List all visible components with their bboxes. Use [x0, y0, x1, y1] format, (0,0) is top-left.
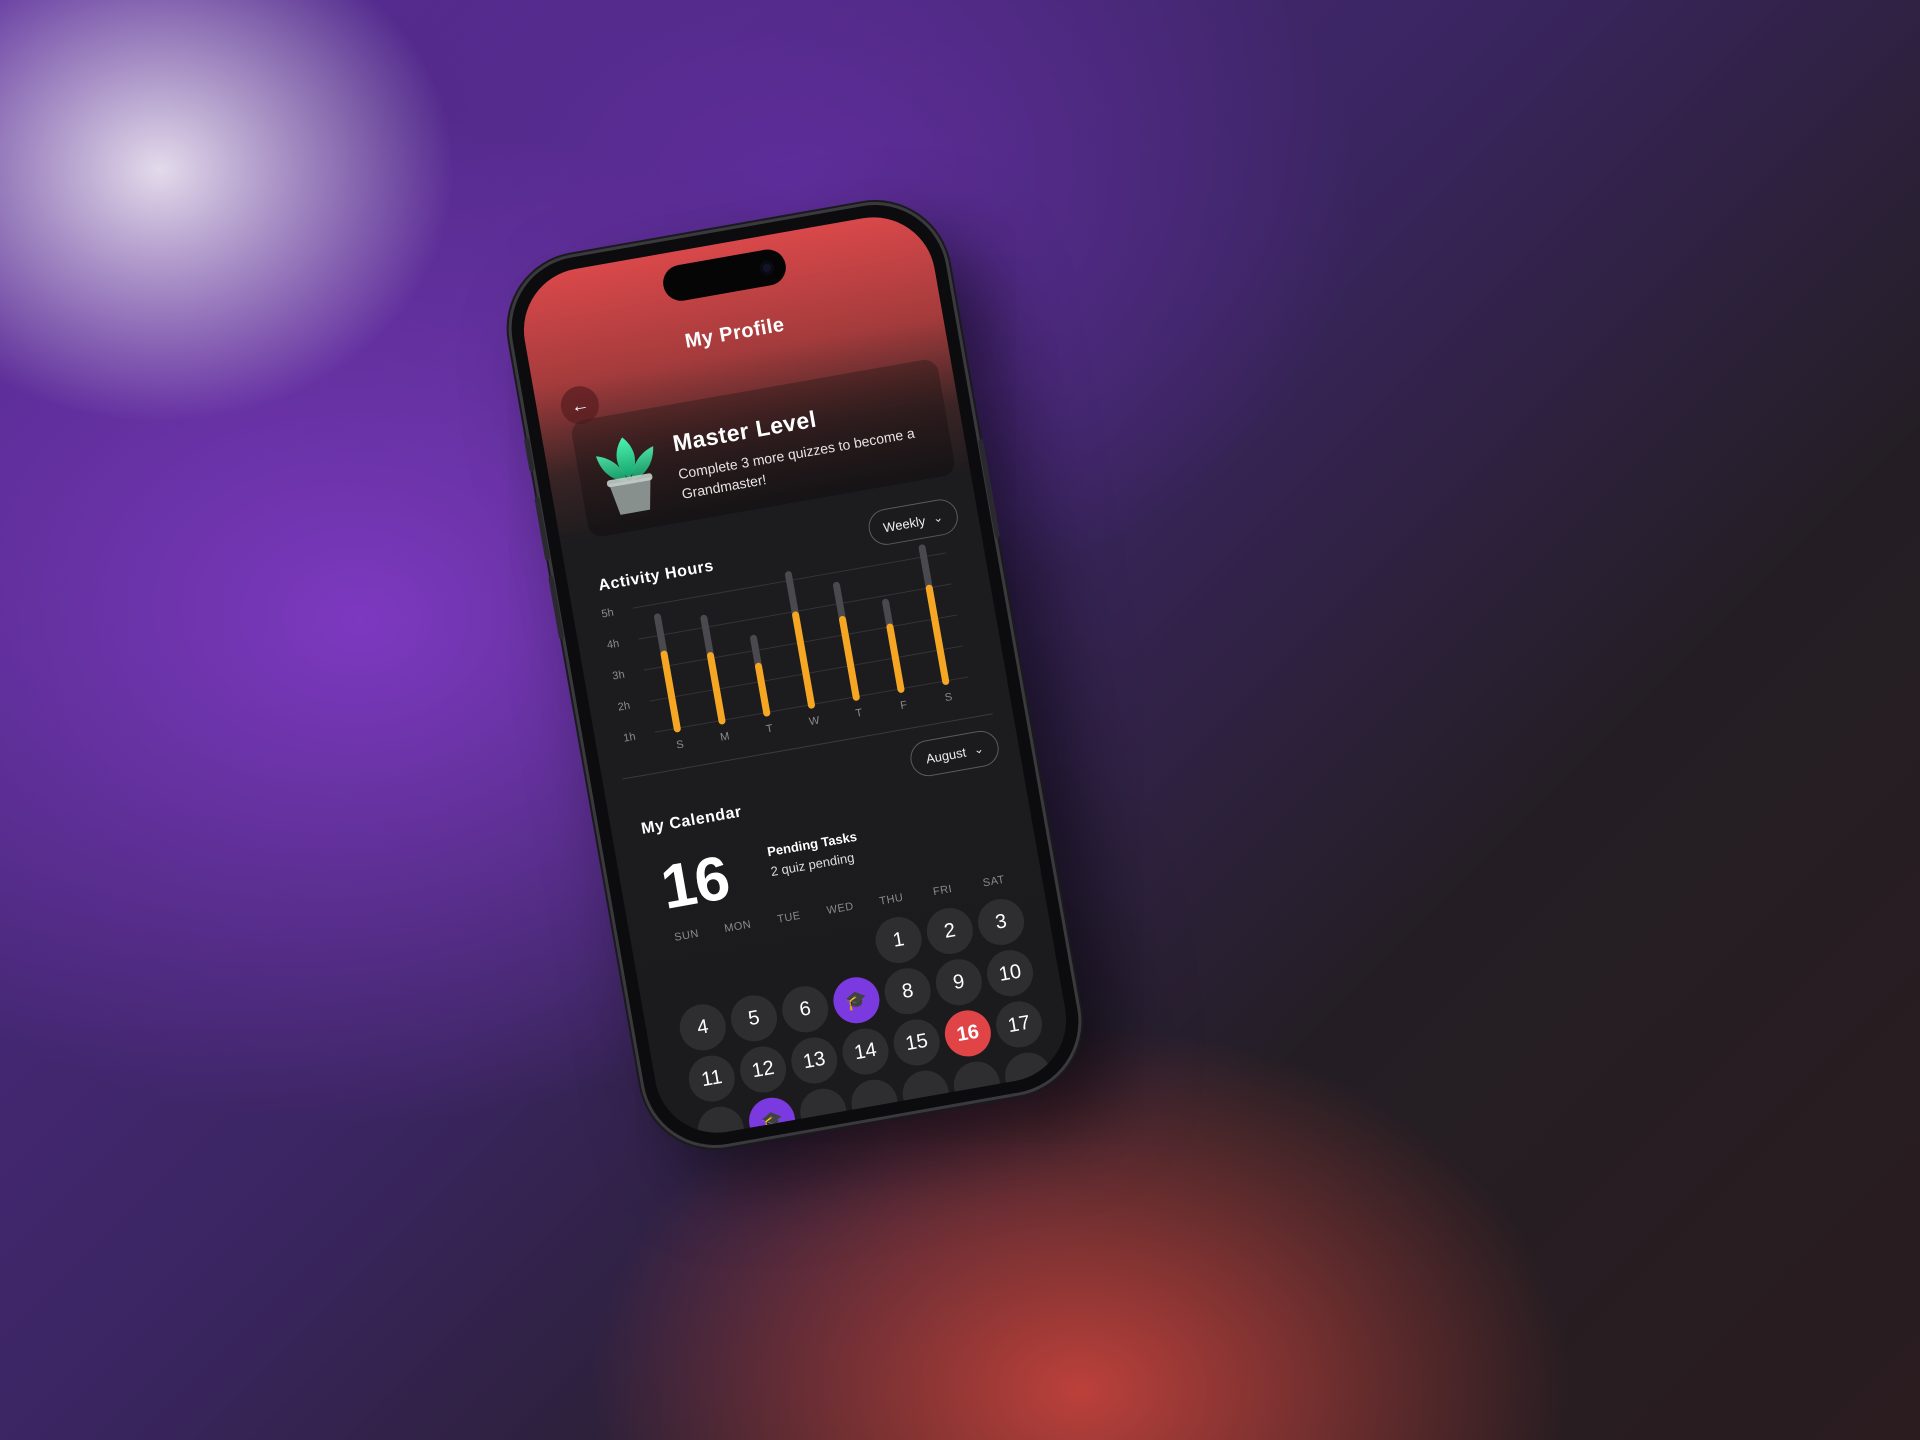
calendar-day-today[interactable]: 16 [941, 1006, 995, 1061]
phone-frame: My Profile ← Master Level Complete 3 mor… [500, 193, 1090, 1157]
calendar-day[interactable]: 4 [676, 1000, 730, 1055]
calendar-day[interactable]: 14 [838, 1024, 893, 1079]
power-button [977, 438, 1001, 539]
calendar-day-partial[interactable] [1001, 1048, 1055, 1103]
chart-y-tick: 2h [617, 700, 631, 714]
weekday-sat: SAT [981, 873, 1006, 890]
calendar-day-partial[interactable] [694, 1103, 748, 1143]
action-button [523, 437, 535, 472]
weekday-thu: THU [878, 891, 905, 908]
calendar-day-partial[interactable] [950, 1057, 1004, 1112]
chart-y-tick: 3h [611, 669, 625, 683]
selected-day: 16 [656, 843, 735, 923]
calendar-title: My Calendar [640, 803, 744, 838]
chart-bar[interactable] [886, 623, 905, 693]
calendar-day[interactable]: 13 [787, 1033, 841, 1088]
chart-x-tick: F [899, 699, 908, 712]
calendar-day-partial[interactable] [899, 1067, 953, 1121]
month-value: August [924, 744, 968, 766]
calendar-day[interactable]: 8 [880, 964, 935, 1018]
chart-bar[interactable] [660, 650, 681, 733]
chart-bar[interactable] [792, 611, 816, 709]
calendar-day-partial[interactable] [796, 1085, 850, 1139]
chart-y-tick: 4h [606, 638, 620, 652]
chart-bar[interactable] [838, 615, 860, 701]
weekday-sun: SUN [673, 927, 700, 944]
chart-bar[interactable] [754, 662, 771, 717]
chart-bar[interactable] [925, 584, 950, 685]
chart-y-tick: 1h [622, 731, 636, 745]
calendar-day[interactable]: 5 [727, 991, 781, 1045]
chart-x-tick: T [855, 707, 864, 720]
chevron-down-icon: ⌄ [931, 510, 945, 526]
calendar-day[interactable]: 6 [778, 982, 832, 1036]
calendar-day-event[interactable]: 🎓 [745, 1094, 799, 1143]
chart-x-tick: T [765, 723, 774, 736]
month-dropdown[interactable]: August ⌄ [908, 728, 1002, 779]
chart-y-tick: 5h [601, 607, 615, 621]
chart-x-tick: W [808, 714, 821, 728]
calendar-day[interactable]: 17 [992, 997, 1046, 1052]
calendar-day-event[interactable]: 🎓 [829, 973, 884, 1027]
calendar-day-partial[interactable] [847, 1076, 902, 1130]
chart-x-tick: S [675, 738, 684, 751]
weekday-fri: FRI [932, 883, 954, 899]
graduation-cap-icon: 🎓 [759, 1108, 785, 1133]
weekday-mon: MON [723, 918, 753, 936]
calendar-day[interactable]: 2 [923, 904, 977, 958]
camera-icon [758, 259, 775, 276]
screen: My Profile ← Master Level Complete 3 mor… [514, 207, 1076, 1143]
calendar-day[interactable]: 11 [685, 1051, 739, 1106]
volume-down-button [548, 575, 565, 640]
plant-icon [595, 437, 654, 515]
graduation-cap-icon: 🎓 [843, 987, 870, 1012]
period-value: Weekly [881, 512, 927, 535]
chart-x-tick: M [719, 730, 730, 743]
calendar-day[interactable]: 10 [983, 946, 1037, 1000]
chart-x-tick: S [944, 691, 953, 704]
calendar-day[interactable]: 1 [871, 913, 926, 967]
calendar-day[interactable]: 15 [890, 1015, 944, 1070]
calendar-day[interactable]: 12 [736, 1042, 790, 1097]
calendar-day[interactable]: 3 [974, 895, 1028, 949]
chevron-down-icon: ⌄ [972, 741, 985, 758]
weekday-wed: WED [825, 900, 855, 917]
arrow-left-icon: ← [569, 393, 591, 417]
volume-up-button [534, 496, 551, 561]
weekday-tue: TUE [776, 909, 802, 926]
dynamic-island [660, 246, 789, 304]
calendar-day[interactable]: 9 [932, 955, 986, 1009]
